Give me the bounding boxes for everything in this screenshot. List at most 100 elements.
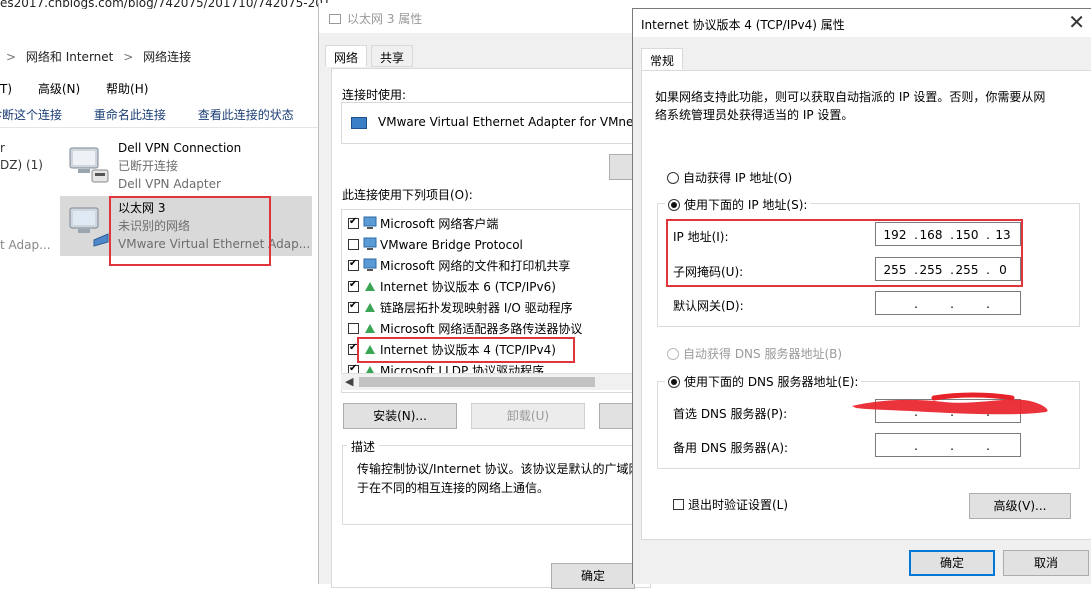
- menu-help[interactable]: 帮助(H): [106, 82, 148, 96]
- redaction-scribble: [852, 392, 1048, 415]
- item-label: Microsoft 网络客户端: [380, 217, 499, 231]
- menu-bar: T) 高级(N) 帮助(H): [0, 80, 170, 97]
- preferred-dns-label: 首选 DNS 服务器(P):: [673, 407, 788, 421]
- tab-general[interactable]: 常规: [641, 48, 684, 70]
- dot-separator: .: [986, 439, 990, 453]
- scroll-left-icon[interactable]: ◀: [345, 375, 353, 388]
- connection-device: Dell VPN Adapter: [118, 177, 221, 191]
- item-label: Microsoft 网络的文件和打印机共享: [380, 259, 571, 273]
- network-client-icon: [363, 216, 377, 229]
- dialog-title: Internet 协议版本 4 (TCP/IPv4) 属性: [641, 18, 845, 32]
- tab-sharing[interactable]: 共享: [371, 45, 414, 67]
- highlight-box: [109, 196, 271, 266]
- list-item[interactable]: Microsoft 网络客户端: [348, 214, 498, 235]
- item-label: VMware Bridge Protocol: [380, 238, 523, 252]
- list-item[interactable]: Microsoft 网络的文件和打印机共享: [348, 256, 570, 277]
- advanced-button[interactable]: 高级(V)...: [969, 493, 1071, 519]
- rename-connection-button[interactable]: 重命名此连接: [94, 108, 166, 122]
- alternate-dns-field[interactable]: . . .: [875, 433, 1021, 457]
- network-adapter-icon: [329, 14, 341, 24]
- protocol-icon: [365, 324, 375, 333]
- item-checkbox[interactable]: [348, 257, 359, 271]
- uninstall-button[interactable]: 卸载(U): [471, 403, 585, 429]
- alternate-dns-label: 备用 DNS 服务器(A):: [673, 441, 789, 455]
- item-checkbox[interactable]: [348, 215, 359, 229]
- connection-name: Dell VPN Connection: [118, 141, 242, 155]
- protocol-icon: [365, 282, 375, 291]
- breadcrumb-network-connections[interactable]: 网络连接: [143, 50, 191, 64]
- connection-item-vpn[interactable]: Dell VPN Connection 已断开连接 Dell VPN Adapt…: [60, 136, 312, 196]
- tab-network[interactable]: 网络: [325, 45, 368, 67]
- truncated-label: t Adap...: [0, 238, 51, 252]
- connection-status: 已断开连接: [118, 159, 179, 173]
- radio-label: 自动获得 DNS 服务器地址(B): [683, 347, 843, 361]
- connect-using-label: 连接时使用:: [342, 88, 407, 102]
- item-checkbox[interactable]: [348, 278, 359, 292]
- list-item[interactable]: Internet 协议版本 6 (TCP/IPv6): [348, 277, 556, 298]
- item-label: 链路层拓扑发现映射器 I/O 驱动程序: [380, 301, 573, 315]
- protocol-icon: [365, 303, 375, 312]
- network-client-icon: [363, 237, 377, 250]
- checkbox-label: 退出时验证设置(L): [688, 498, 789, 512]
- list-item[interactable]: VMware Bridge Protocol: [348, 235, 523, 256]
- view-status-button[interactable]: 查看此连接的状态: [198, 108, 294, 122]
- radio-label: 使用下面的 DNS 服务器地址(E):: [684, 375, 859, 389]
- menu-advanced[interactable]: 高级(N): [38, 82, 80, 96]
- radio-label: 自动获得 IP 地址(O): [683, 171, 793, 185]
- adapter-box: VMware Virtual Ethernet Adapter for VMne…: [341, 102, 641, 144]
- truncated-label: r: [0, 141, 5, 155]
- truncated-label: DZ) (1): [0, 158, 43, 172]
- command-bar: 诊断这个连接 重命名此连接 查看此连接的状态: [0, 106, 318, 128]
- item-checkbox[interactable]: [348, 323, 359, 334]
- checkbox-indicator[interactable]: [673, 499, 684, 510]
- install-button[interactable]: 安装(N)...: [343, 403, 457, 429]
- horizontal-scrollbar[interactable]: ◀: [341, 373, 641, 390]
- item-label: Internet 协议版本 6 (TCP/IPv6): [380, 280, 556, 294]
- dot-separator: .: [986, 297, 990, 311]
- network-adapter-icon: [351, 117, 367, 129]
- adapter-name: VMware Virtual Ethernet Adapter for VMne…: [378, 115, 639, 129]
- ethernet-properties-dialog: 以太网 3 属性 网络 共享 连接时使用: VMware Virtual Eth…: [318, 3, 651, 589]
- dot-separator: .: [950, 439, 954, 453]
- vpn-connection-icon: [69, 147, 109, 183]
- item-checkbox[interactable]: [348, 239, 359, 250]
- dialog-titlebar: 以太网 3 属性: [319, 3, 638, 33]
- item-label: Microsoft 网络适配器多路传送器协议: [380, 322, 583, 336]
- cancel-button[interactable]: 取消: [1003, 550, 1089, 576]
- breadcrumb-separator-icon: >: [123, 50, 134, 64]
- breadcrumb-network-internet[interactable]: 网络和 Internet: [26, 50, 113, 64]
- dialog-titlebar: Internet 协议版本 4 (TCP/IPv4) 属性: [633, 9, 1091, 37]
- radio-indicator[interactable]: [667, 172, 679, 184]
- intro-text: 络系统管理员处获得适当的 IP 设置。: [655, 108, 854, 122]
- description-line: 传输控制协议/Internet 协议。该协议是默认的广域网: [357, 462, 641, 476]
- dialog-title: 以太网 3 属性: [347, 12, 423, 26]
- manual-dns-radio[interactable]: 使用下面的 DNS 服务器地址(E):: [665, 373, 862, 390]
- manual-ip-radio[interactable]: 使用下面的 IP 地址(S):: [665, 196, 811, 213]
- breadcrumb-separator-icon: >: [6, 50, 17, 64]
- gateway-field[interactable]: . . .: [875, 291, 1021, 315]
- radio-indicator[interactable]: [668, 376, 680, 388]
- highlight-box: [357, 337, 575, 363]
- radio-indicator[interactable]: [668, 199, 680, 211]
- ok-button[interactable]: 确定: [909, 550, 995, 576]
- close-icon[interactable]: ✕: [1068, 11, 1085, 33]
- ipv4-properties-dialog: Internet 协议版本 4 (TCP/IPv4) 属性 ✕ 常规 如果网络支…: [632, 8, 1091, 584]
- dot-separator: .: [914, 439, 918, 453]
- dot-separator: .: [914, 297, 918, 311]
- breadcrumb: > 网络和 Internet > 网络连接: [0, 48, 191, 65]
- radio-indicator[interactable]: [667, 348, 679, 360]
- list-item[interactable]: 链路层拓扑发现映射器 I/O 驱动程序: [348, 298, 573, 319]
- items-list: Microsoft 网络客户端 VMware Bridge Protocol M…: [341, 209, 641, 393]
- auto-dns-radio[interactable]: 自动获得 DNS 服务器地址(B): [667, 345, 842, 362]
- validate-checkbox[interactable]: 退出时验证设置(L): [673, 496, 788, 513]
- item-checkbox[interactable]: [348, 299, 359, 313]
- scrollbar-thumb[interactable]: [359, 377, 595, 387]
- gateway-label: 默认网关(D):: [673, 299, 744, 313]
- diagnose-connection-button[interactable]: 诊断这个连接: [0, 108, 62, 122]
- dot-separator: .: [950, 297, 954, 311]
- intro-text: 如果网络支持此功能，则可以获取自动指派的 IP 设置。否则，你需要从网: [655, 90, 1046, 104]
- menu-tools[interactable]: T): [0, 82, 12, 96]
- auto-ip-radio[interactable]: 自动获得 IP 地址(O): [667, 169, 792, 186]
- ok-button[interactable]: 确定: [551, 563, 635, 589]
- network-client-icon: [363, 258, 377, 271]
